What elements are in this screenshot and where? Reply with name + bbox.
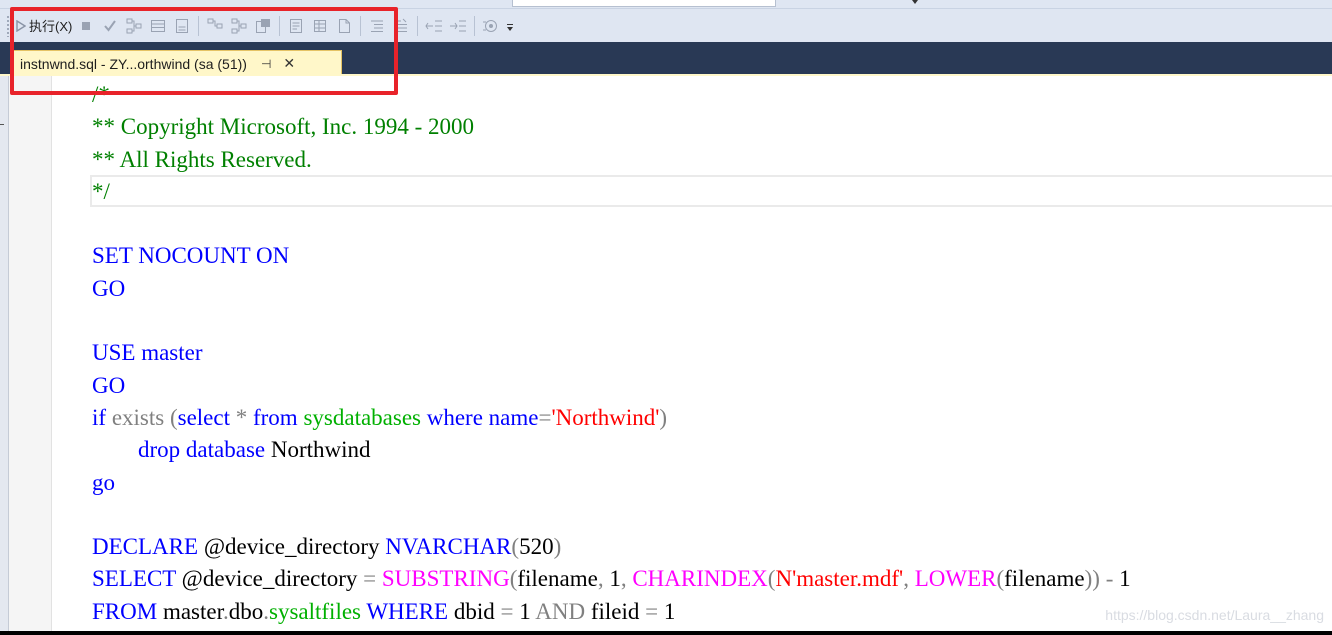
- code-token: 'Northwind': [551, 404, 660, 430]
- intellisense-icon: [483, 19, 498, 32]
- code-token: filename: [517, 566, 598, 592]
- editor-gutter: [9, 76, 52, 631]
- code-token: dbo: [228, 598, 264, 624]
- code-token: master: [157, 598, 223, 624]
- code-token: 1: [513, 598, 536, 624]
- toolbar-overflow-button[interactable]: [505, 18, 515, 34]
- code-token: drop: [138, 437, 181, 463]
- code-line[interactable]: ** Copyright Microsoft, Inc. 1994 - 2000: [92, 114, 474, 139]
- code-token: =: [500, 598, 514, 624]
- code-token: USE: [92, 340, 136, 366]
- code-token: dbid: [448, 598, 501, 624]
- decrease-indent-button[interactable]: [422, 14, 446, 38]
- code-token: GO: [92, 275, 126, 301]
- code-token: where: [426, 404, 483, 430]
- code-token: (: [511, 534, 520, 560]
- code-token: SELECT: [92, 566, 176, 592]
- code-token: FROM: [92, 598, 158, 624]
- code-line[interactable]: GO: [92, 276, 125, 301]
- code-token: LOWER: [914, 566, 997, 592]
- code-token: master: [135, 340, 203, 366]
- code-token: ** Copyright Microsoft, Inc. 1994 - 2000: [92, 114, 475, 140]
- code-token: sysdatabases: [303, 404, 421, 430]
- code-line[interactable]: USE master: [92, 340, 203, 365]
- code-line[interactable]: GO: [92, 373, 125, 398]
- code-token: go: [92, 469, 115, 495]
- code-token: DECLARE: [92, 534, 199, 560]
- code-token: =: [645, 598, 659, 624]
- code-token: ): [553, 534, 562, 560]
- toolbar-separator: [417, 15, 419, 36]
- code-token: SUBSTRING: [381, 566, 510, 592]
- code-line[interactable]: SELECT @device_directory = SUBSTRING(fil…: [92, 566, 1131, 591]
- code-token: =: [363, 566, 377, 592]
- code-token: select: [177, 404, 230, 430]
- code-token: exists (: [106, 404, 178, 430]
- watermark: https://blog.csdn.net/Laura__zhang: [1105, 607, 1324, 623]
- chevron-down-icon[interactable]: [912, 0, 918, 4]
- code-token: ): [659, 404, 668, 430]
- increase-indent-icon: [450, 20, 467, 31]
- code-token: database: [185, 437, 266, 463]
- code-token: (: [996, 566, 1005, 592]
- code-token: AND: [535, 598, 586, 624]
- code-token: -: [1099, 566, 1120, 592]
- edge-marker: [0, 124, 4, 125]
- intellisense-button[interactable]: [479, 14, 503, 38]
- code-token: *: [229, 404, 253, 430]
- code-token: Northwind: [265, 437, 371, 463]
- code-token: 1: [658, 598, 676, 624]
- decrease-indent-icon: [425, 20, 443, 31]
- code-token: CHARINDEX: [632, 566, 768, 592]
- code-token: WHERE: [366, 598, 449, 624]
- editor-left-edge: [0, 76, 9, 631]
- code-line[interactable]: */: [92, 179, 110, 204]
- code-token: 520: [519, 534, 554, 560]
- toolbar-separator: [474, 15, 476, 36]
- code-token: from: [252, 404, 298, 430]
- code-token: name: [488, 404, 539, 430]
- code-token: )): [1084, 566, 1100, 592]
- code-token: ** All Rights Reserved.: [92, 146, 312, 172]
- code-token: 1: [603, 566, 621, 592]
- annotation-highlight-box: [10, 7, 398, 95]
- database-dropdown[interactable]: [512, 0, 776, 7]
- code-token: N'master.mdf': [775, 566, 904, 592]
- code-token: =: [538, 404, 552, 430]
- code-token: fileid: [585, 598, 646, 624]
- code-line[interactable]: if exists (select * from sysdatabases wh…: [92, 405, 667, 430]
- code-token: SET NOCOUNT ON: [92, 243, 290, 269]
- code-line[interactable]: go: [92, 470, 115, 495]
- increase-indent-button[interactable]: [446, 14, 470, 38]
- code-line[interactable]: DECLARE @device_directory NVARCHAR(520): [92, 534, 561, 559]
- code-text[interactable]: /* ** Copyright Microsoft, Inc. 1994 - 2…: [92, 79, 1131, 628]
- code-token: NVARCHAR: [385, 534, 512, 560]
- code-line[interactable]: drop database Northwind: [92, 437, 371, 462]
- code-line[interactable]: ** All Rights Reserved.: [92, 147, 312, 172]
- code-token: @device_directory: [175, 566, 364, 592]
- bottom-border: [0, 631, 1332, 635]
- code-token: filename: [1004, 566, 1085, 592]
- code-token: GO: [92, 372, 126, 398]
- code-line[interactable]: SET NOCOUNT ON: [92, 243, 289, 268]
- code-token: */: [92, 178, 110, 204]
- code-token: sysaltfiles: [269, 598, 361, 624]
- code-line[interactable]: FROM master.dbo.sysaltfiles WHERE dbid =…: [92, 599, 675, 624]
- code-token: @device_directory: [198, 534, 386, 560]
- code-token: if: [92, 404, 107, 430]
- code-token: 1: [1119, 566, 1131, 592]
